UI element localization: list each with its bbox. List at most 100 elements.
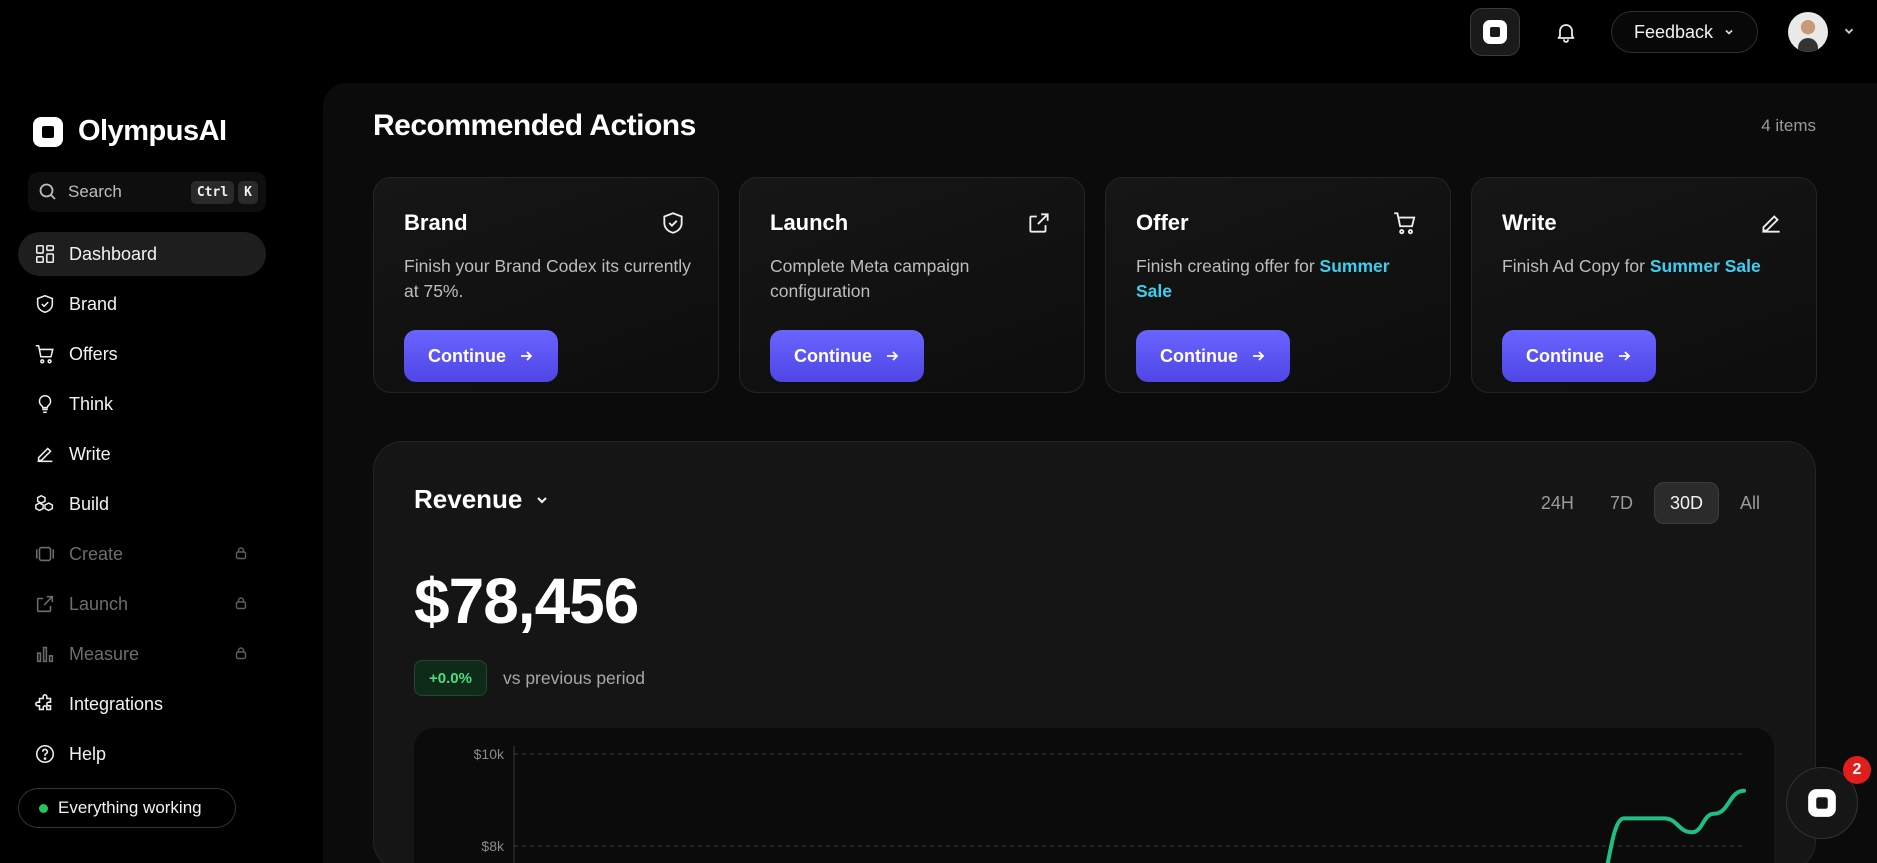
sidebar-item-label: Build xyxy=(69,493,110,514)
revenue-chart-svg: $10k $8k xyxy=(474,746,1746,863)
sidebar-item-label: Measure xyxy=(69,643,140,664)
chevron-down-icon xyxy=(1725,29,1733,35)
continue-label: Continue xyxy=(1160,345,1238,366)
bar-chart-icon xyxy=(36,646,54,663)
sidebar-item-label: Create xyxy=(69,543,124,564)
sidebar: OlympusAI Search Ctrl K Dashboard Brand … xyxy=(0,0,280,863)
lock-icon xyxy=(235,547,247,560)
range-all[interactable]: All xyxy=(1725,482,1775,524)
boxes-icon xyxy=(35,494,54,512)
shield-check-icon xyxy=(663,212,683,234)
main-panel: Recommended Actions 4 items Brand Finish… xyxy=(323,83,1877,863)
search-input[interactable]: Search Ctrl K xyxy=(28,172,266,212)
revenue-title: Revenue xyxy=(414,484,523,514)
card-desc-link[interactable]: Summer Sale xyxy=(1650,256,1761,276)
dashboard-icon xyxy=(35,244,55,264)
card-title: Offer xyxy=(1136,210,1189,235)
card-title: Launch xyxy=(770,210,849,235)
bell-icon xyxy=(1557,24,1575,43)
notifications-button[interactable] xyxy=(1550,16,1582,48)
external-link-icon xyxy=(36,595,54,613)
sidebar-item-label: Dashboard xyxy=(69,243,158,264)
cart-icon xyxy=(1394,212,1416,235)
brand-name: OlympusAI xyxy=(78,115,227,147)
sidebar-item-launch[interactable]: Launch xyxy=(18,582,266,626)
sidebar-item-label: Integrations xyxy=(69,693,164,714)
arrow-right-icon xyxy=(1619,351,1631,361)
search-icon xyxy=(39,183,56,200)
continue-button[interactable]: Continue xyxy=(404,330,558,382)
action-card-offer: Offer Finish creating offer for Summer S… xyxy=(1105,177,1451,393)
sidebar-item-think[interactable]: Think xyxy=(18,382,266,426)
continue-button[interactable]: Continue xyxy=(1502,330,1656,382)
revenue-series-line xyxy=(1605,788,1746,863)
sidebar-item-brand[interactable]: Brand xyxy=(18,282,266,326)
arrow-right-icon xyxy=(887,351,899,361)
feedback-label: Feedback xyxy=(1633,21,1714,42)
notification-count-badge: 2 xyxy=(1843,756,1871,784)
revenue-value: $78,456 xyxy=(414,565,639,637)
continue-label: Continue xyxy=(428,345,506,366)
card-desc-text: Finish Ad Copy for xyxy=(1502,256,1650,276)
film-icon xyxy=(35,546,55,562)
delta-label: vs previous period xyxy=(502,667,645,688)
range-24h[interactable]: 24H xyxy=(1526,482,1589,524)
sidebar-item-label: Think xyxy=(69,393,114,414)
status-dot xyxy=(39,803,48,813)
range-7d[interactable]: 7D xyxy=(1595,482,1648,524)
continue-button[interactable]: Continue xyxy=(1136,330,1290,382)
chat-logo-icon xyxy=(1808,789,1836,817)
account-menu-chevron-icon[interactable] xyxy=(1842,24,1856,38)
status-text: Everything working xyxy=(58,798,202,817)
sidebar-item-label: Write xyxy=(69,443,111,464)
sidebar-item-write[interactable]: Write xyxy=(18,432,266,476)
sidebar-item-offers[interactable]: Offers xyxy=(18,332,266,376)
system-status-pill[interactable]: Everything working xyxy=(18,788,236,828)
olympus-logo-icon xyxy=(1483,20,1507,44)
sidebar-item-integrations[interactable]: Integrations xyxy=(18,682,266,726)
workspace-logo-button[interactable] xyxy=(1470,8,1520,56)
cart-icon xyxy=(35,344,54,364)
app-root: Feedback OlympusAI Search Ctrl K Dashboa… xyxy=(0,0,1877,863)
revenue-delta-row: +0.0% vs previous period xyxy=(414,660,645,696)
chart-y-tick-label: $10k xyxy=(474,746,505,762)
pencil-icon xyxy=(1762,215,1780,233)
olympus-logo-icon xyxy=(33,116,63,147)
lightbulb-icon xyxy=(38,394,52,414)
card-description: Finish creating offer for Summer Sale xyxy=(1136,254,1426,304)
card-desc-text: Finish creating offer for xyxy=(1136,256,1320,276)
revenue-chart: $10k $8k xyxy=(414,728,1774,863)
items-count: 4 items xyxy=(1761,116,1816,135)
avatar[interactable] xyxy=(1788,12,1828,52)
sidebar-item-measure[interactable]: Measure xyxy=(18,632,266,676)
search-shortcut: Ctrl K xyxy=(190,181,258,204)
delta-badge: +0.0% xyxy=(414,660,487,696)
action-card-brand: Brand Finish your Brand Codex its curren… xyxy=(373,177,719,393)
action-card-write: Write Finish Ad Copy for Summer Sale Con… xyxy=(1471,177,1817,393)
shield-check-icon xyxy=(36,294,54,314)
sidebar-item-dashboard[interactable]: Dashboard xyxy=(18,232,266,276)
revenue-metric-dropdown[interactable]: Revenue xyxy=(414,484,550,515)
range-30d[interactable]: 30D xyxy=(1653,482,1719,524)
time-range-selector: 24H 7D 30D All xyxy=(1526,482,1775,524)
puzzle-icon xyxy=(35,694,52,711)
sidebar-item-create[interactable]: Create xyxy=(18,532,266,576)
sidebar-item-build[interactable]: Build xyxy=(18,482,266,526)
arrow-right-icon xyxy=(521,351,533,361)
feedback-button[interactable]: Feedback xyxy=(1611,11,1758,53)
sidebar-item-help[interactable]: Help xyxy=(18,732,266,776)
sidebar-item-label: Brand xyxy=(69,293,118,314)
kbd-ctrl: Ctrl xyxy=(190,181,235,204)
action-cards: Brand Finish your Brand Codex its curren… xyxy=(373,177,1817,393)
card-desc-text: Finish your Brand Codex its currently at… xyxy=(404,256,691,301)
pencil-icon xyxy=(37,447,53,463)
card-description: Finish your Brand Codex its currently at… xyxy=(404,254,694,304)
sidebar-item-label: Help xyxy=(69,743,107,764)
continue-button[interactable]: Continue xyxy=(770,330,924,382)
card-title: Brand xyxy=(404,210,468,235)
recommended-header: Recommended Actions 4 items xyxy=(373,109,1816,143)
brand-logo[interactable]: OlympusAI xyxy=(32,115,227,148)
lock-icon xyxy=(235,597,247,610)
help-circle-icon xyxy=(35,744,55,764)
continue-label: Continue xyxy=(794,345,872,366)
